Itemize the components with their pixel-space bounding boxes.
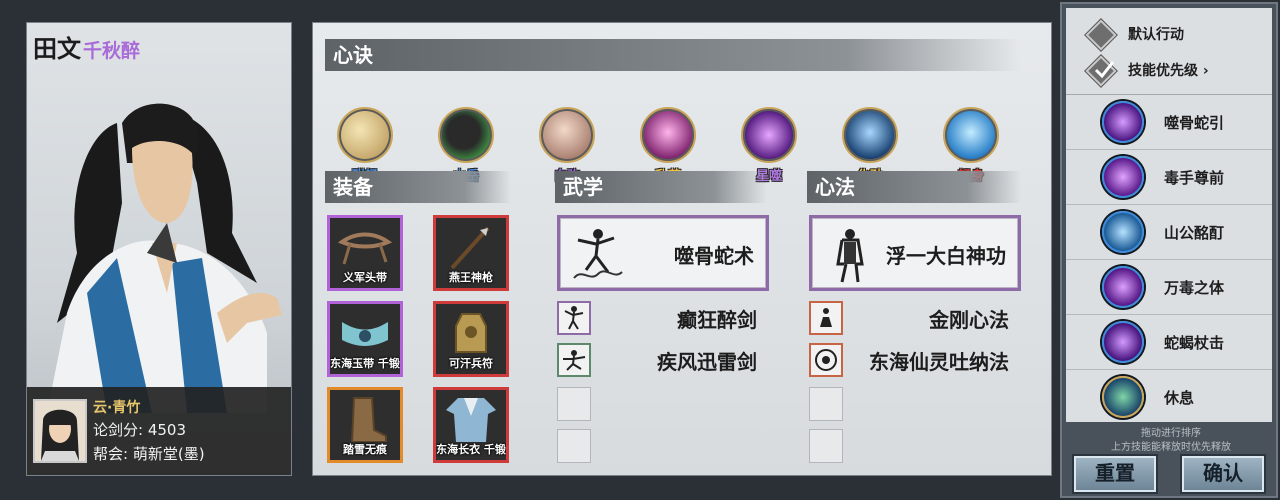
wine-gourd-icon	[337, 107, 393, 163]
wuxue-row-2[interactable]: 疾风迅雷剑	[557, 343, 757, 377]
drinking-monk-icon	[836, 229, 864, 283]
priority-name: 噬骨蛇引	[1164, 114, 1225, 132]
equip-label: 可汗兵符	[449, 357, 493, 370]
priority-name: 毒手尊前	[1164, 169, 1225, 187]
snake-fighter-icon	[573, 229, 623, 279]
character-name: 田文	[33, 35, 81, 63]
swirl-flower-icon	[640, 107, 696, 163]
equip-label: 燕王神枪	[449, 271, 493, 284]
priority-item[interactable]: 蛇蝎杖击	[1066, 316, 1272, 370]
guild-label: 帮会:	[93, 445, 129, 463]
equip-slot-spear[interactable]: 燕王神枪	[433, 215, 509, 291]
priority-name: 山公酩酊	[1164, 224, 1225, 242]
priority-item[interactable]: 噬骨蛇引	[1066, 96, 1272, 150]
wuxue-empty-slot-1[interactable]	[557, 387, 591, 421]
jade-belt-icon	[342, 322, 388, 346]
poison-body-icon	[1102, 266, 1144, 308]
white-horse-icon	[539, 107, 595, 163]
section-xinjue-header: 心诀	[325, 39, 1021, 71]
build-panel: 心诀 酣畅 山岳 白驹 乱花 星噬 化劲 轻身	[312, 22, 1052, 476]
rating-label: 论剑分:	[93, 421, 144, 439]
priority-panel: 默认行动 技能优先级 › 噬骨蛇引 毒手尊前 山公酩酊 万毒之体 蛇蝎杖击 休息…	[1060, 2, 1278, 498]
equip-slot-tally[interactable]: 可汗兵符	[433, 301, 509, 377]
guild-value: 萌新堂(墨)	[132, 445, 205, 463]
equip-slot-jade-belt[interactable]: 东海玉带 千锻	[327, 301, 403, 377]
checkmark-icon	[1094, 61, 1115, 79]
character-title: 千秋醉	[83, 40, 141, 62]
priority-name: 万毒之体	[1164, 279, 1225, 297]
reset-button[interactable]: 重置	[1074, 456, 1156, 492]
poison-hand-icon	[1102, 156, 1144, 198]
wuxue-name: 癫狂醉剑	[677, 308, 757, 332]
drunk-sword-icon	[557, 301, 591, 335]
robe-icon	[446, 398, 496, 442]
vajra-sit-icon	[809, 301, 843, 335]
divider	[1066, 94, 1272, 95]
leaping-figure-icon	[943, 107, 999, 163]
equip-label: 东海长衣 千锻	[436, 443, 506, 456]
drunk-stance-icon	[1102, 211, 1144, 253]
section-equip-header: 装备	[325, 171, 511, 203]
priority-name: 休息	[1164, 389, 1195, 407]
spear-icon	[450, 226, 490, 270]
breath-lotus-icon	[809, 343, 843, 377]
confirm-button[interactable]: 确认	[1182, 456, 1264, 492]
skill-priority-label: 技能优先级 ›	[1128, 60, 1209, 80]
staff-strike-icon	[1102, 321, 1144, 363]
equip-label: 踏雪无痕	[343, 443, 387, 456]
section-wuxue-header: 武学	[555, 171, 767, 203]
wuxue-row-1[interactable]: 癫狂醉剑	[557, 301, 757, 335]
wind-sword-icon	[557, 343, 591, 377]
owner-rating: 论剑分: 4503	[93, 419, 186, 440]
wuxue-main-name: 噬骨蛇术	[674, 244, 754, 268]
hint-priority: 上方技能能释放时优先释放	[1111, 442, 1231, 453]
owner-info: 云·青竹 论剑分: 4503 帮会: 萌新堂(墨)	[27, 387, 291, 475]
rating-value: 4503	[147, 421, 187, 439]
character-name-line: 田文 千秋醉	[33, 29, 140, 64]
snake-strike-icon	[1102, 101, 1144, 143]
xinfa-main-card[interactable]: 浮一大白神功	[809, 215, 1021, 291]
chevron-right-icon: ›	[1202, 63, 1209, 79]
owner-guild: 帮会: 萌新堂(墨)	[93, 443, 205, 464]
xinfa-empty-slot-1[interactable]	[809, 387, 843, 421]
priority-name: 蛇蝎杖击	[1164, 334, 1225, 352]
wuxue-main-card[interactable]: 噬骨蛇术	[557, 215, 769, 291]
xinfa-name: 东海仙灵吐纳法	[869, 350, 1009, 374]
stance-figure-icon	[842, 107, 898, 163]
priority-item[interactable]: 毒手尊前	[1066, 151, 1272, 205]
xinfa-empty-slot-2[interactable]	[809, 429, 843, 463]
default-action-label: 默认行动	[1128, 27, 1184, 43]
xinfa-main-name: 浮一大白神功	[886, 244, 1006, 268]
purple-slash-icon	[741, 107, 797, 163]
equip-slot-headband[interactable]: 义军头带	[327, 215, 403, 291]
owner-avatar[interactable]	[33, 399, 87, 463]
boots-icon	[350, 397, 387, 442]
xinfa-row-2[interactable]: 东海仙灵吐纳法	[809, 343, 1009, 377]
xinfa-name: 金刚心法	[929, 308, 1009, 332]
tiger-tally-icon	[455, 313, 487, 353]
diamond-checkbox-icon	[1085, 19, 1117, 51]
section-xinfa-header: 心法	[807, 171, 1021, 203]
priority-item[interactable]: 山公酩酊	[1066, 206, 1272, 260]
wuxue-name: 疾风迅雷剑	[657, 350, 757, 374]
mountain-rock-icon	[438, 107, 494, 163]
priority-item[interactable]: 休息	[1066, 371, 1272, 425]
character-art	[47, 103, 282, 413]
xinfa-row-1[interactable]: 金刚心法	[809, 301, 1009, 335]
headband-icon	[338, 232, 392, 265]
meditate-icon	[1102, 376, 1144, 418]
priority-list-area: 默认行动 技能优先级 › 噬骨蛇引 毒手尊前 山公酩酊 万毒之体 蛇蝎杖击 休息	[1066, 8, 1272, 422]
equip-label: 东海玉带 千锻	[330, 357, 400, 370]
hint-drag: 拖动进行排序	[1141, 428, 1201, 439]
skill-priority-text: 技能优先级	[1128, 63, 1198, 79]
owner-name: 云·青竹	[93, 400, 141, 416]
priority-item[interactable]: 万毒之体	[1066, 261, 1272, 315]
character-portrait-panel: 田文 千秋醉 云·青竹 论剑分: 4503 帮会: 萌新堂(墨)	[26, 22, 292, 476]
wuxue-empty-slot-2[interactable]	[557, 429, 591, 463]
equip-slot-boots[interactable]: 踏雪无痕	[327, 387, 403, 463]
game-screen: 田文 千秋醉 云·青竹 论剑分: 4503 帮会: 萌新堂(墨) 心诀 星噬 装…	[0, 0, 1280, 500]
equip-label: 义军头带	[343, 271, 387, 284]
equip-slot-robe[interactable]: 东海长衣 千锻	[433, 387, 509, 463]
